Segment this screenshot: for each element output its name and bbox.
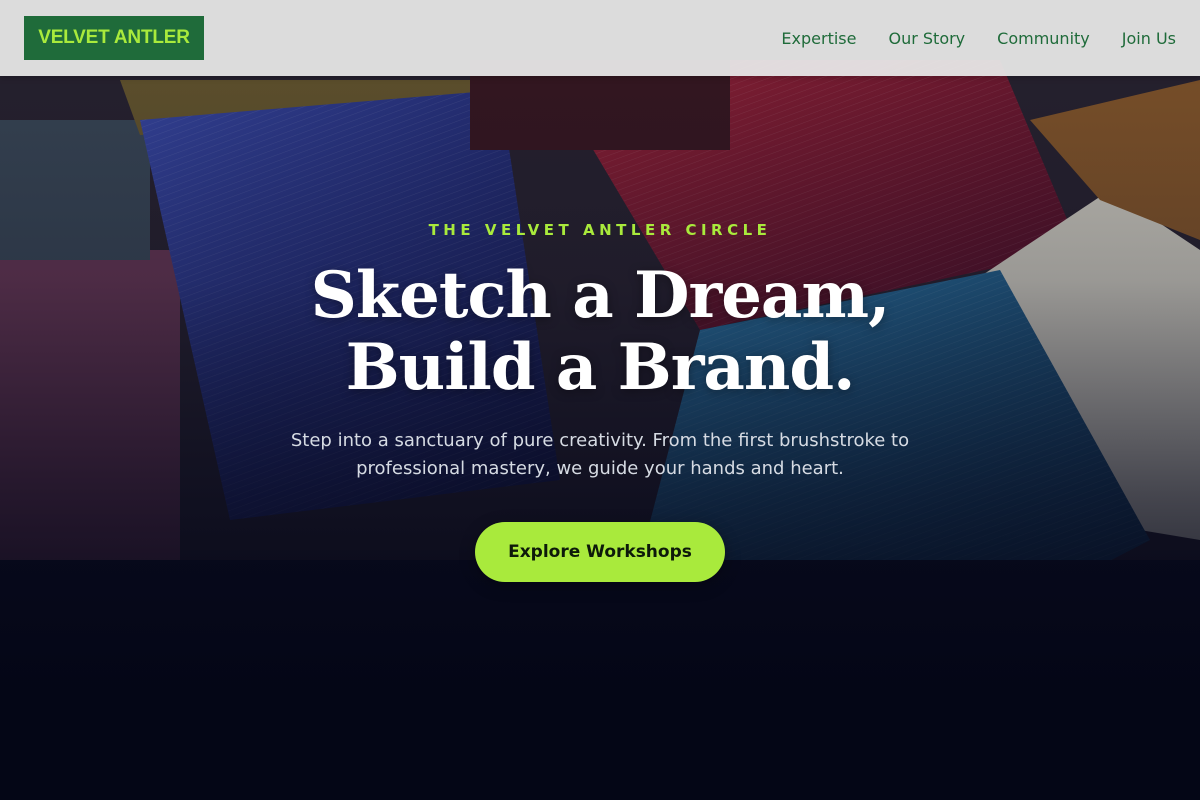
hero-headline: Sketch a Dream, Build a Brand. [0,260,1200,404]
explore-workshops-button[interactable]: Explore Workshops [475,522,725,582]
hero-headline-line-2: Build a Brand. [345,330,856,405]
main-nav: Expertise Our Story Community Join Us [781,0,1176,76]
hero-eyebrow: THE VELVET ANTLER CIRCLE [428,221,772,239]
nav-link-join-us[interactable]: Join Us [1122,29,1176,48]
nav-link-community[interactable]: Community [997,29,1090,48]
landing-page: VELVET ANTLER Expertise Our Story Commun… [0,0,1200,800]
hero-subtext: Step into a sanctuary of pure creativity… [290,430,910,479]
hero-section: THE VELVET ANTLER CIRCLE Sketch a Dream,… [0,76,1200,800]
nav-link-our-story[interactable]: Our Story [888,29,965,48]
site-header: VELVET ANTLER Expertise Our Story Commun… [0,0,1200,76]
brand-logo[interactable]: VELVET ANTLER [24,16,204,60]
nav-link-expertise[interactable]: Expertise [781,29,856,48]
hero-headline-line-1: Sketch a Dream, [310,258,891,333]
